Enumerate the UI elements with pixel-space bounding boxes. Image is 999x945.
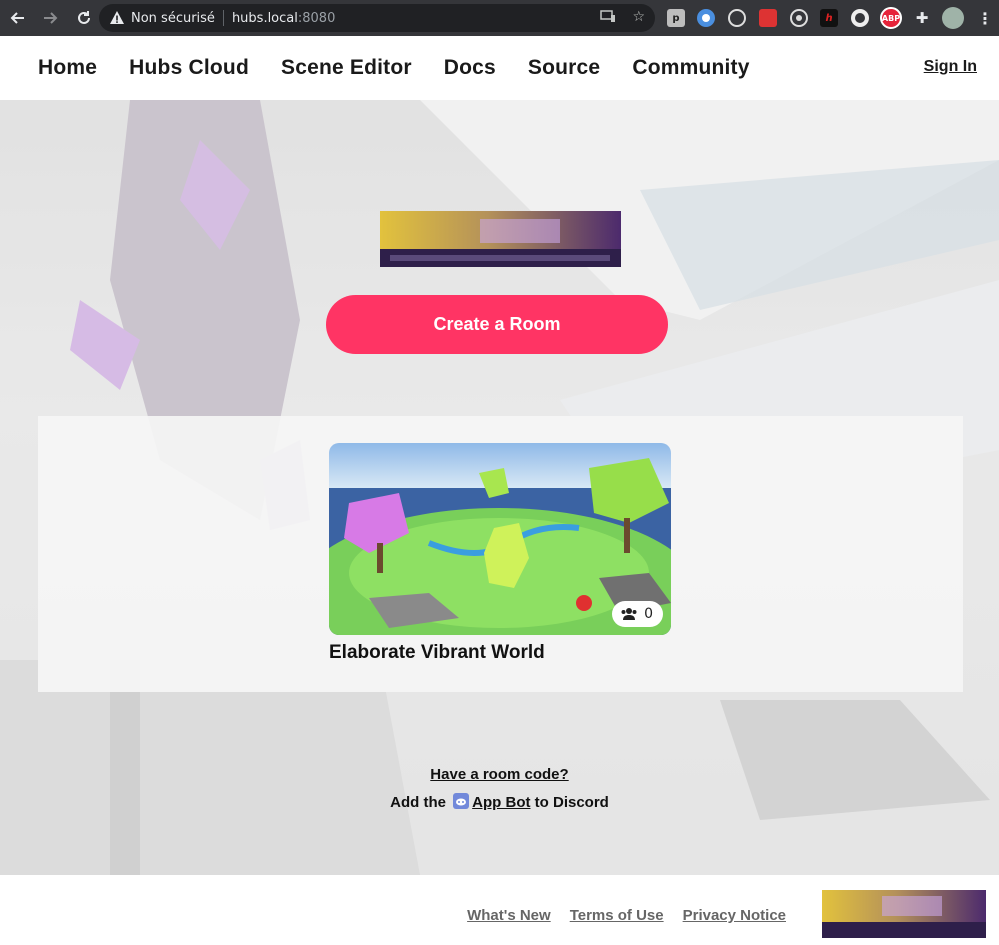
public-rooms-panel: 0 Elaborate Vibrant World bbox=[38, 416, 963, 692]
site-footer: What's New Terms of Use Privacy Notice bbox=[0, 875, 999, 945]
github-icon[interactable] bbox=[851, 9, 869, 27]
nav-home[interactable]: Home bbox=[38, 56, 97, 80]
address-bar[interactable]: Non sécurisé hubs.local:8080 ☆ bbox=[99, 4, 655, 32]
extension-target-icon[interactable] bbox=[790, 9, 808, 27]
discord-line: Add the App Bot to Discord bbox=[0, 793, 999, 811]
adblock-icon[interactable]: ABP bbox=[880, 7, 902, 29]
nav-source[interactable]: Source bbox=[528, 56, 600, 80]
bookmark-star-icon[interactable]: ☆ bbox=[632, 9, 645, 27]
discord-icon bbox=[453, 793, 470, 809]
divider bbox=[222, 10, 224, 26]
security-label[interactable]: Non sécurisé bbox=[131, 11, 215, 26]
main-nav: Home Hubs Cloud Scene Editor Docs Source… bbox=[38, 56, 750, 80]
room-card[interactable]: 0 Elaborate Vibrant World bbox=[329, 443, 671, 664]
profile-avatar[interactable] bbox=[942, 7, 964, 29]
footer-links: What's New Terms of Use Privacy Notice bbox=[467, 907, 786, 924]
footer-logo[interactable] bbox=[822, 890, 986, 938]
room-code-row: Have a room code? bbox=[0, 764, 999, 783]
discord-suffix-text: to Discord bbox=[534, 794, 609, 811]
menu-kebab-icon[interactable]: ⋮ bbox=[976, 9, 994, 28]
site-logo[interactable] bbox=[380, 211, 621, 267]
privacy-notice-link[interactable]: Privacy Notice bbox=[683, 907, 786, 924]
room-thumbnail[interactable]: 0 bbox=[329, 443, 671, 635]
warning-icon bbox=[110, 11, 124, 24]
nav-community[interactable]: Community bbox=[632, 56, 749, 80]
member-count-badge: 0 bbox=[612, 601, 663, 627]
create-room-button[interactable]: Create a Room bbox=[326, 295, 668, 354]
sign-in-link[interactable]: Sign In bbox=[924, 58, 977, 76]
discord-prefix-text: Add the bbox=[390, 794, 446, 811]
back-arrow-icon[interactable] bbox=[6, 6, 30, 30]
hero-section: Create a Room 0 Elaborate Vibrant World … bbox=[0, 100, 999, 875]
nav-hubs-cloud[interactable]: Hubs Cloud bbox=[129, 56, 249, 80]
browser-toolbar: Non sécurisé hubs.local:8080 ☆ p h ABP ✚… bbox=[0, 0, 999, 36]
whats-new-link[interactable]: What's New bbox=[467, 907, 551, 924]
extensions-puzzle-icon[interactable]: ✚ bbox=[913, 9, 931, 27]
extension-brain-icon[interactable] bbox=[728, 9, 746, 27]
extension-puzzle-red-icon[interactable] bbox=[759, 9, 777, 27]
room-name[interactable]: Elaborate Vibrant World bbox=[329, 642, 671, 664]
site-header: Home Hubs Cloud Scene Editor Docs Source… bbox=[0, 36, 999, 100]
url-port: :8080 bbox=[297, 10, 336, 26]
nav-docs[interactable]: Docs bbox=[444, 56, 496, 80]
app-bot-link[interactable]: App Bot bbox=[472, 794, 530, 811]
room-code-link[interactable]: Have a room code? bbox=[430, 766, 568, 783]
forward-arrow-icon[interactable] bbox=[38, 6, 62, 30]
nav-scene-editor[interactable]: Scene Editor bbox=[281, 56, 412, 80]
member-count: 0 bbox=[644, 606, 653, 622]
reload-icon[interactable] bbox=[72, 6, 96, 30]
extension-h-icon[interactable]: h bbox=[820, 9, 838, 27]
extension-p-icon[interactable]: p bbox=[667, 9, 685, 27]
extension-circle-icon[interactable] bbox=[697, 9, 715, 27]
terms-of-use-link[interactable]: Terms of Use bbox=[570, 907, 664, 924]
users-icon bbox=[621, 608, 637, 620]
install-app-icon[interactable] bbox=[600, 9, 616, 27]
url-host: hubs.local bbox=[231, 10, 298, 26]
